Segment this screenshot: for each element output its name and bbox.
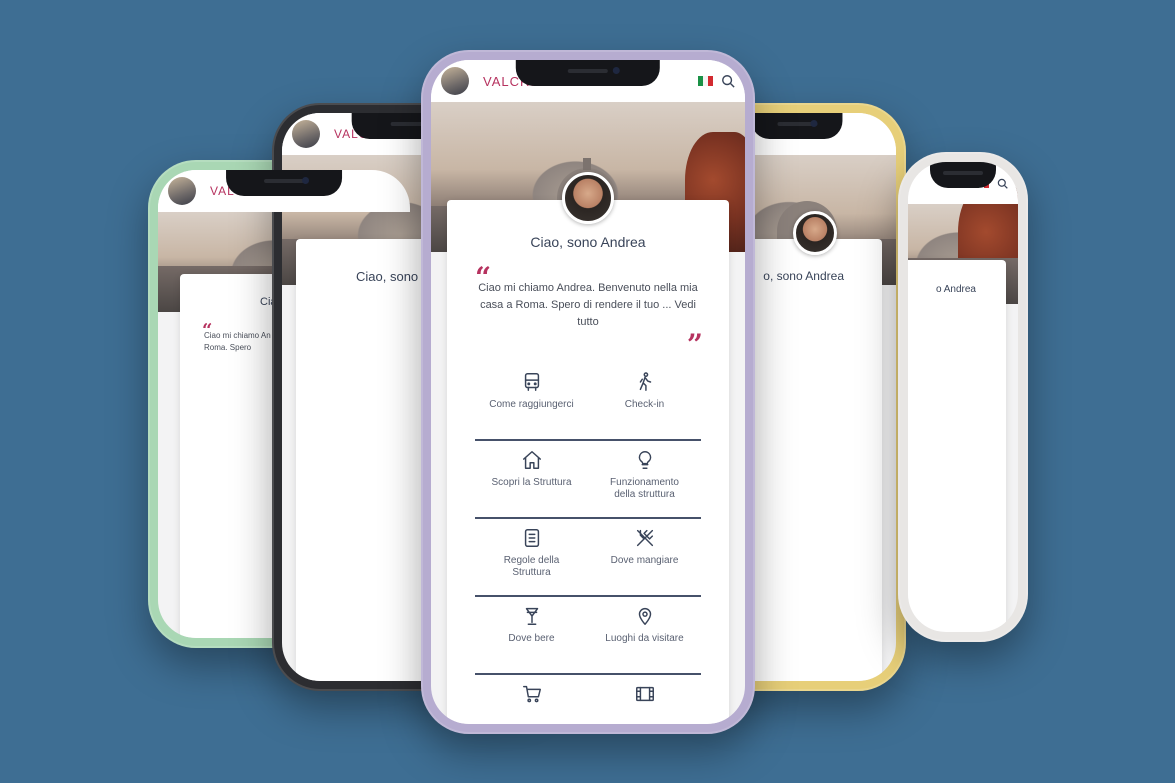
menu-item-label: Regole della Struttura xyxy=(503,555,560,578)
phone-screen: VALCRISTO Ciao, sono Andrea “ Ciao mi ch… xyxy=(431,60,745,724)
lightbulb-icon xyxy=(638,451,651,469)
cocktail-glass-icon xyxy=(525,607,538,625)
greeting-heading: o Andrea xyxy=(935,284,976,295)
host-avatar[interactable] xyxy=(562,172,614,224)
intro-body: Ciao mi chiamo Andrea. Benvenuto nella m… xyxy=(478,282,698,311)
menu-item-label: Luoghi da visitare xyxy=(605,633,684,644)
open-quote-icon: “ xyxy=(475,261,492,294)
menu-item-luoghi[interactable]: Luoghi da visitare xyxy=(588,597,701,675)
phone-notch xyxy=(751,113,843,139)
phone-notch xyxy=(515,60,661,86)
shopping-cart-icon xyxy=(522,685,541,703)
phone-screen: o Andrea xyxy=(908,162,1018,632)
fork-knife-icon xyxy=(636,529,653,547)
brand-logo[interactable] xyxy=(292,120,320,148)
host-card: o Andrea xyxy=(908,260,1006,632)
phone-mockup-silver: o Andrea xyxy=(898,152,1028,642)
menu-item-label: Dove mangiare xyxy=(610,555,679,566)
menu-item-regole[interactable]: Regole della Struttura xyxy=(475,519,588,597)
phone-notch xyxy=(226,170,342,196)
walking-person-icon xyxy=(639,372,651,391)
menu-item-scopri-la-struttura[interactable]: Scopri la Struttura xyxy=(475,441,588,519)
menu-item-label: Scopri la Struttura xyxy=(491,477,572,488)
menu-item-label: Dove bere xyxy=(508,633,555,644)
menu-item-label: Come raggiungerci xyxy=(489,399,574,410)
map-pin-icon xyxy=(638,608,651,625)
menu-item-shopping[interactable] xyxy=(475,675,588,724)
brand-logo[interactable] xyxy=(441,67,469,95)
search-icon[interactable] xyxy=(721,74,735,88)
menu-item-come-raggiungerci[interactable]: Come raggiungerci xyxy=(475,363,588,441)
menu-item-label: Check-in xyxy=(624,399,665,410)
phone-notch xyxy=(930,162,996,188)
menu-item-dove-bere[interactable]: Dove bere xyxy=(475,597,588,675)
host-card: Ciao, sono Andrea “ Ciao mi chiamo Andre… xyxy=(447,172,729,724)
menu-item-divertimenti[interactable] xyxy=(588,675,701,724)
film-icon xyxy=(635,686,654,702)
search-icon[interactable] xyxy=(997,178,1008,189)
menu-item-funzionamento[interactable]: Funzionamento della struttura xyxy=(588,441,701,519)
intro-text: Ciao mi chiamo Andrea. Benvenuto nella m… xyxy=(447,280,729,331)
italian-flag-icon[interactable] xyxy=(698,76,713,86)
house-icon xyxy=(522,451,541,469)
document-icon xyxy=(524,529,539,547)
menu-item-label: Funzionamento della struttura xyxy=(610,477,679,500)
menu-grid: Come raggiungerci Check-in Scopri la Str… xyxy=(475,363,701,724)
host-avatar[interactable] xyxy=(792,211,837,255)
bus-icon xyxy=(524,373,539,391)
close-quote-icon: ” xyxy=(686,328,703,361)
phone-mockup-main: VALCRISTO Ciao, sono Andrea “ Ciao mi ch… xyxy=(421,50,755,734)
header-actions xyxy=(698,74,735,88)
menu-item-dove-mangiare[interactable]: Dove mangiare xyxy=(588,519,701,597)
menu-item-check-in[interactable]: Check-in xyxy=(588,363,701,441)
brand-logo[interactable] xyxy=(168,177,196,205)
